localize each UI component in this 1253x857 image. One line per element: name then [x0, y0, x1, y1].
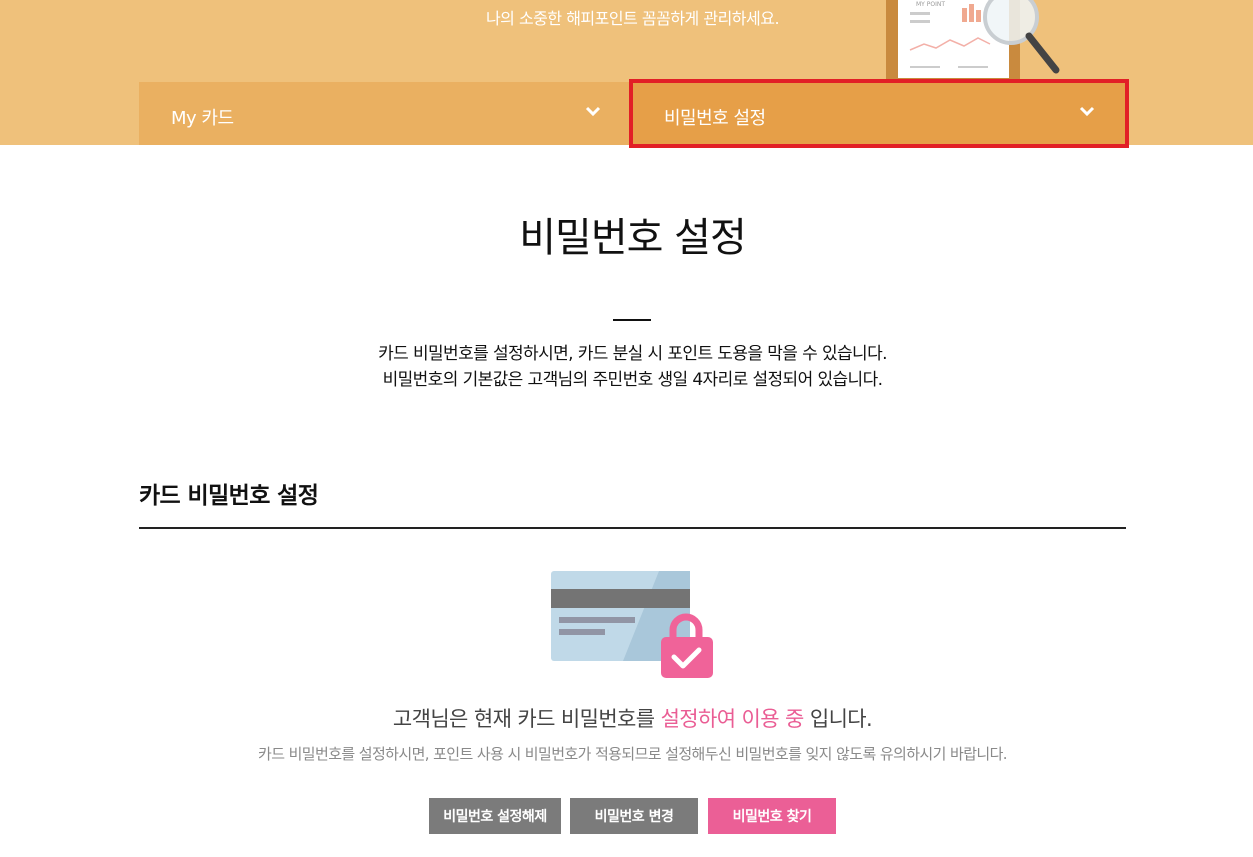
point-report-illustration: MY POINT: [886, 0, 1060, 82]
status-suffix: 입니다.: [809, 707, 873, 731]
tab-password-settings-label: 비밀번호 설정: [664, 108, 766, 129]
chevron-down-icon[interactable]: [585, 105, 601, 117]
section-divider: [139, 527, 1126, 529]
status-highlight: 설정하여 이용 중: [660, 707, 805, 731]
find-password-button[interactable]: 비밀번호 찾기: [708, 798, 836, 834]
status-prefix: 고객님은 현재 카드 비밀번호를: [392, 707, 655, 731]
title-divider: [613, 319, 651, 321]
card-lock-icon: [551, 571, 713, 678]
password-notice: 카드 비밀번호를 설정하시면, 포인트 사용 시 비밀번호가 적용되므로 설정해…: [258, 745, 1008, 763]
intro-text: 카드 비밀번호를 설정하시면, 카드 분실 시 포인트 도용을 막을 수 있습니…: [0, 341, 1253, 393]
tab-my-card-label: My 카드: [171, 108, 234, 129]
illustration-label: MY POINT: [916, 1, 945, 8]
tab-my-card[interactable]: My 카드: [139, 82, 632, 145]
chevron-down-icon[interactable]: [1079, 105, 1095, 117]
password-status-message: 고객님은 현재 카드 비밀번호를 설정하여 이용 중 입니다.: [0, 703, 1253, 733]
tab-password-settings[interactable]: 비밀번호 설정: [629, 79, 1129, 148]
section-heading: 카드 비밀번호 설정: [139, 483, 319, 509]
intro-line-2: 비밀번호의 기본값은 고객님의 주민번호 생일 4자리로 설정되어 있습니다.: [382, 370, 883, 390]
change-password-button[interactable]: 비밀번호 변경: [570, 798, 698, 834]
intro-line-1: 카드 비밀번호를 설정하시면, 카드 분실 시 포인트 도용을 막을 수 있습니…: [378, 344, 887, 364]
unset-password-button[interactable]: 비밀번호 설정해제: [429, 798, 561, 834]
page-title: 비밀번호 설정: [519, 215, 747, 261]
